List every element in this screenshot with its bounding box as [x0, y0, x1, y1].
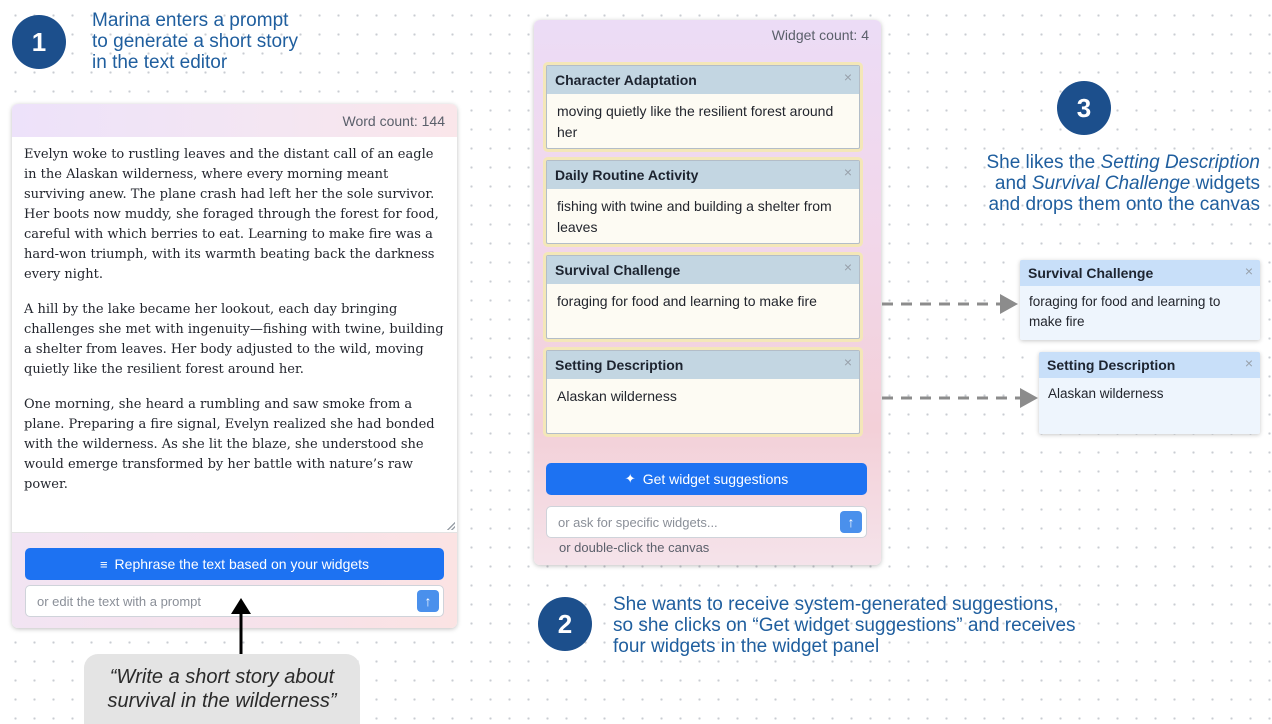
widget-panel-header: Widget count: 4 [534, 20, 881, 50]
caption-emphasis: Survival Challenge [1031, 173, 1191, 194]
widget-panel: Widget count: 4 Character Adaptation × m… [534, 20, 881, 565]
widget-title-text: Daily Routine Activity [555, 167, 699, 183]
caption-emphasis: Setting Description [1100, 152, 1260, 173]
step-1-badge: 1 [12, 15, 66, 69]
double-click-hint: or double-click the canvas [559, 540, 710, 555]
caption-line: and drops them onto the canvas [988, 194, 1260, 215]
send-arrow-icon[interactable]: ↑ [840, 511, 862, 533]
caption-line: She likes the Setting Description [986, 152, 1260, 173]
ask-widgets-input[interactable]: or ask for specific widgets... ↑ [546, 506, 867, 538]
story-paragraph: A hill by the lake became her lookout, e… [24, 302, 444, 377]
get-widget-suggestions-button[interactable]: ✦ Get widget suggestions [546, 463, 867, 495]
widget-body[interactable]: foraging for food and learning to make f… [547, 284, 859, 319]
widget-card[interactable]: Daily Routine Activity × fishing with tw… [546, 160, 860, 244]
quote-line: “Write a short story about [109, 666, 335, 688]
widget-title-text: Survival Challenge [555, 262, 681, 278]
widget-card[interactable]: Survival Challenge × foraging for food a… [546, 255, 860, 339]
dashed-arrow-icon [882, 388, 1038, 408]
widget-count: Widget count: 4 [771, 27, 869, 43]
caption-line: four widgets in the widget panel [613, 636, 880, 657]
sparkle-icon: ✦ [624, 471, 636, 486]
close-icon[interactable]: × [844, 354, 852, 370]
up-arrow-icon [231, 598, 251, 656]
caption-line: to generate a short story [92, 31, 298, 52]
close-icon[interactable]: × [1245, 263, 1253, 279]
caption-line: and Survival Challenge widgets [986, 173, 1260, 194]
get-suggestions-label: Get widget suggestions [642, 471, 789, 487]
widget-body[interactable]: foraging for food and learning to make f… [1020, 286, 1260, 338]
widget-title-text: Setting Description [1047, 357, 1176, 373]
edit-prompt-placeholder: or edit the text with a prompt [37, 593, 202, 609]
word-count: Word count: 144 [342, 112, 445, 129]
prompt-quote: “Write a short story about survival in t… [84, 654, 360, 724]
canvas-widget[interactable]: Setting Description × Alaskan wilderness [1039, 352, 1260, 434]
caption-line: She wants to receive system-generated su… [613, 594, 1059, 615]
widget-title: Survival Challenge × [547, 256, 859, 284]
caption-line: Marina enters a prompt [92, 10, 289, 31]
dashed-arrow-icon [882, 294, 1018, 314]
quote-line: survival in the wilderness” [107, 690, 337, 712]
text-editor-panel: Word count: 144 Evelyn woke to rustling … [12, 104, 457, 628]
ask-widgets-placeholder: or ask for specific widgets... [558, 514, 718, 530]
widget-body[interactable]: moving quietly like the resilient forest… [547, 94, 859, 148]
close-icon[interactable]: × [844, 164, 852, 180]
widget-title: Character Adaptation × [547, 66, 859, 94]
widget-title-text: Character Adaptation [555, 72, 697, 88]
step-2-caption: She wants to receive system-generated su… [613, 594, 1076, 657]
canvas-widget[interactable]: Survival Challenge × foraging for food a… [1020, 260, 1260, 340]
story-paragraph: One morning, she heard a rumbling and sa… [24, 397, 435, 492]
widget-body[interactable]: Alaskan wilderness [1039, 378, 1260, 410]
resize-handle-icon[interactable] [447, 522, 455, 530]
rephrase-icon: ≡ [99, 556, 108, 572]
step-1-caption: Marina enters a prompt to generate a sho… [92, 10, 298, 73]
rephrase-label: Rephrase the text based on your widgets [114, 556, 370, 572]
widget-title: Survival Challenge × [1020, 260, 1260, 286]
close-icon[interactable]: × [844, 259, 852, 275]
rephrase-button[interactable]: ≡ Rephrase the text based on your widget… [25, 548, 444, 580]
caption-text: She likes the [986, 152, 1101, 173]
editor-header: Word count: 144 [12, 104, 457, 137]
step-2-badge: 2 [538, 597, 592, 651]
close-icon[interactable]: × [844, 69, 852, 85]
widget-title-text: Setting Description [555, 357, 684, 373]
widget-title: Setting Description × [547, 351, 859, 379]
close-icon[interactable]: × [1245, 355, 1253, 371]
widget-body[interactable]: Alaskan wilderness [547, 379, 859, 414]
caption-line: so she clicks on “Get widget suggestions… [613, 615, 1076, 636]
widget-title-text: Survival Challenge [1028, 265, 1154, 281]
story-paragraph: Evelyn woke to rustling leaves and the d… [24, 147, 439, 282]
widget-title: Daily Routine Activity × [547, 161, 859, 189]
caption-line: in the text editor [92, 52, 228, 73]
step-3-badge: 3 [1057, 81, 1111, 135]
step-3-caption: She likes the Setting Description and Su… [986, 152, 1260, 215]
send-arrow-icon[interactable]: ↑ [417, 590, 439, 612]
widget-body[interactable]: fishing with twine and building a shelte… [547, 189, 859, 243]
caption-text: and [994, 173, 1032, 194]
widget-card[interactable]: Setting Description × Alaskan wilderness [546, 350, 860, 434]
caption-text: widgets [1190, 173, 1260, 194]
story-text-area[interactable]: Evelyn woke to rustling leaves and the d… [12, 137, 457, 533]
widget-card[interactable]: Character Adaptation × moving quietly li… [546, 65, 860, 149]
widget-title: Setting Description × [1039, 352, 1260, 378]
